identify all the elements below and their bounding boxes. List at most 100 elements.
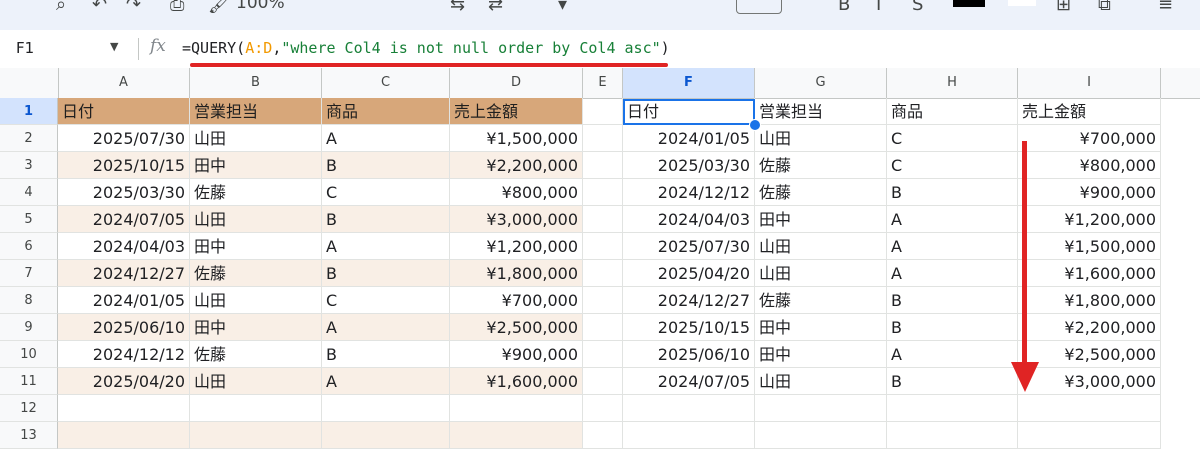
cell-c3[interactable]: B xyxy=(322,152,450,179)
italic-icon[interactable]: I xyxy=(876,0,881,15)
cell-h5[interactable]: A xyxy=(887,206,1018,233)
cell-b6[interactable]: 田中 xyxy=(190,233,322,260)
cell-c5[interactable]: B xyxy=(322,206,450,233)
cell-a13[interactable] xyxy=(58,422,190,449)
cell-d10[interactable]: ¥900,000 xyxy=(450,341,583,368)
cell-g5[interactable]: 田中 xyxy=(755,206,887,233)
cell-a9[interactable]: 2025/06/10 xyxy=(58,314,190,341)
cell-c6[interactable]: A xyxy=(322,233,450,260)
cell-d1[interactable]: 売上金額 xyxy=(450,98,583,125)
increase-decimal-icon[interactable]: ⇄ xyxy=(488,0,503,15)
cell-g13[interactable] xyxy=(755,422,887,449)
cell-d3[interactable]: ¥2,200,000 xyxy=(450,152,583,179)
cell-g8[interactable]: 佐藤 xyxy=(755,287,887,314)
row-header-2[interactable]: 2 xyxy=(0,125,58,152)
cell-i9[interactable]: ¥2,200,000 xyxy=(1018,314,1161,341)
font-select-icon[interactable]: ▾ xyxy=(558,0,567,15)
cell-e11[interactable] xyxy=(583,368,623,395)
cell-a6[interactable]: 2024/04/03 xyxy=(58,233,190,260)
cell-g7[interactable]: 山田 xyxy=(755,260,887,287)
cell-e8[interactable] xyxy=(583,287,623,314)
cell-i6[interactable]: ¥1,500,000 xyxy=(1018,233,1161,260)
cell-a7[interactable]: 2024/12/27 xyxy=(58,260,190,287)
cell-c7[interactable]: B xyxy=(322,260,450,287)
cell-a4[interactable]: 2025/03/30 xyxy=(58,179,190,206)
formula-input[interactable]: =QUERY(A:D,"where Col4 is not null order… xyxy=(182,39,670,57)
strikethrough-icon[interactable]: S xyxy=(912,0,923,15)
cell-i3[interactable]: ¥800,000 xyxy=(1018,152,1161,179)
cell-c12[interactable] xyxy=(322,395,450,422)
font-size-box[interactable] xyxy=(736,0,782,14)
cell-g9[interactable]: 田中 xyxy=(755,314,887,341)
cell-a12[interactable] xyxy=(58,395,190,422)
cell-d7[interactable]: ¥1,800,000 xyxy=(450,260,583,287)
cell-b11[interactable]: 山田 xyxy=(190,368,322,395)
cell-d6[interactable]: ¥1,200,000 xyxy=(450,233,583,260)
cell-i2[interactable]: ¥700,000 xyxy=(1018,125,1161,152)
cell-b2[interactable]: 山田 xyxy=(190,125,322,152)
cell-e10[interactable] xyxy=(583,341,623,368)
cell-h4[interactable]: B xyxy=(887,179,1018,206)
cell-a10[interactable]: 2024/12/12 xyxy=(58,341,190,368)
column-header-d[interactable]: D xyxy=(450,68,583,98)
bold-icon[interactable]: B xyxy=(838,0,850,15)
cell-f12[interactable] xyxy=(623,395,755,422)
column-header-c[interactable]: C xyxy=(322,68,450,98)
cell-g10[interactable]: 田中 xyxy=(755,341,887,368)
column-header-f[interactable]: F xyxy=(623,68,755,98)
cell-f6[interactable]: 2025/07/30 xyxy=(623,233,755,260)
row-header-5[interactable]: 5 xyxy=(0,206,58,233)
cell-g4[interactable]: 佐藤 xyxy=(755,179,887,206)
cell-e1[interactable] xyxy=(583,98,623,125)
cell-i4[interactable]: ¥900,000 xyxy=(1018,179,1161,206)
cell-f5[interactable]: 2024/04/03 xyxy=(623,206,755,233)
cell-e13[interactable] xyxy=(583,422,623,449)
cell-e12[interactable] xyxy=(583,395,623,422)
cell-d11[interactable]: ¥1,600,000 xyxy=(450,368,583,395)
cell-c10[interactable]: B xyxy=(322,341,450,368)
cell-b7[interactable]: 佐藤 xyxy=(190,260,322,287)
cell-a1[interactable]: 日付 xyxy=(58,98,190,125)
cell-d9[interactable]: ¥2,500,000 xyxy=(450,314,583,341)
cell-f3[interactable]: 2025/03/30 xyxy=(623,152,755,179)
cell-b4[interactable]: 佐藤 xyxy=(190,179,322,206)
cell-f4[interactable]: 2024/12/12 xyxy=(623,179,755,206)
cell-e3[interactable] xyxy=(583,152,623,179)
cell-h6[interactable]: A xyxy=(887,233,1018,260)
cell-e6[interactable] xyxy=(583,233,623,260)
cell-g3[interactable]: 佐藤 xyxy=(755,152,887,179)
cell-d12[interactable] xyxy=(450,395,583,422)
row-header-10[interactable]: 10 xyxy=(0,341,58,368)
cell-f11[interactable]: 2024/07/05 xyxy=(623,368,755,395)
cell-h12[interactable] xyxy=(887,395,1018,422)
cell-d2[interactable]: ¥1,500,000 xyxy=(450,125,583,152)
cell-h2[interactable]: C xyxy=(887,125,1018,152)
cell-a5[interactable]: 2024/07/05 xyxy=(58,206,190,233)
cell-b10[interactable]: 佐藤 xyxy=(190,341,322,368)
cell-i7[interactable]: ¥1,600,000 xyxy=(1018,260,1161,287)
select-all-corner[interactable] xyxy=(0,68,59,98)
cell-i10[interactable]: ¥2,500,000 xyxy=(1018,341,1161,368)
cell-h1[interactable]: 商品 xyxy=(887,98,1018,125)
cell-i8[interactable]: ¥1,800,000 xyxy=(1018,287,1161,314)
cell-f13[interactable] xyxy=(623,422,755,449)
row-header-1[interactable]: 1 xyxy=(0,98,58,125)
row-header-8[interactable]: 8 xyxy=(0,287,58,314)
cell-b13[interactable] xyxy=(190,422,322,449)
column-header-h[interactable]: H xyxy=(887,68,1018,98)
cell-h8[interactable]: B xyxy=(887,287,1018,314)
cell-c1[interactable]: 商品 xyxy=(322,98,450,125)
cell-h11[interactable]: B xyxy=(887,368,1018,395)
cell-b5[interactable]: 山田 xyxy=(190,206,322,233)
cell-a8[interactable]: 2024/01/05 xyxy=(58,287,190,314)
cell-b9[interactable]: 田中 xyxy=(190,314,322,341)
cell-g6[interactable]: 山田 xyxy=(755,233,887,260)
cell-c4[interactable]: C xyxy=(322,179,450,206)
cell-f7[interactable]: 2025/04/20 xyxy=(623,260,755,287)
cell-i13[interactable] xyxy=(1018,422,1161,449)
row-header-4[interactable]: 4 xyxy=(0,179,58,206)
cell-g2[interactable]: 山田 xyxy=(755,125,887,152)
cell-d5[interactable]: ¥3,000,000 xyxy=(450,206,583,233)
cell-g11[interactable]: 山田 xyxy=(755,368,887,395)
decrease-decimal-icon[interactable]: ⇆ xyxy=(450,0,465,15)
